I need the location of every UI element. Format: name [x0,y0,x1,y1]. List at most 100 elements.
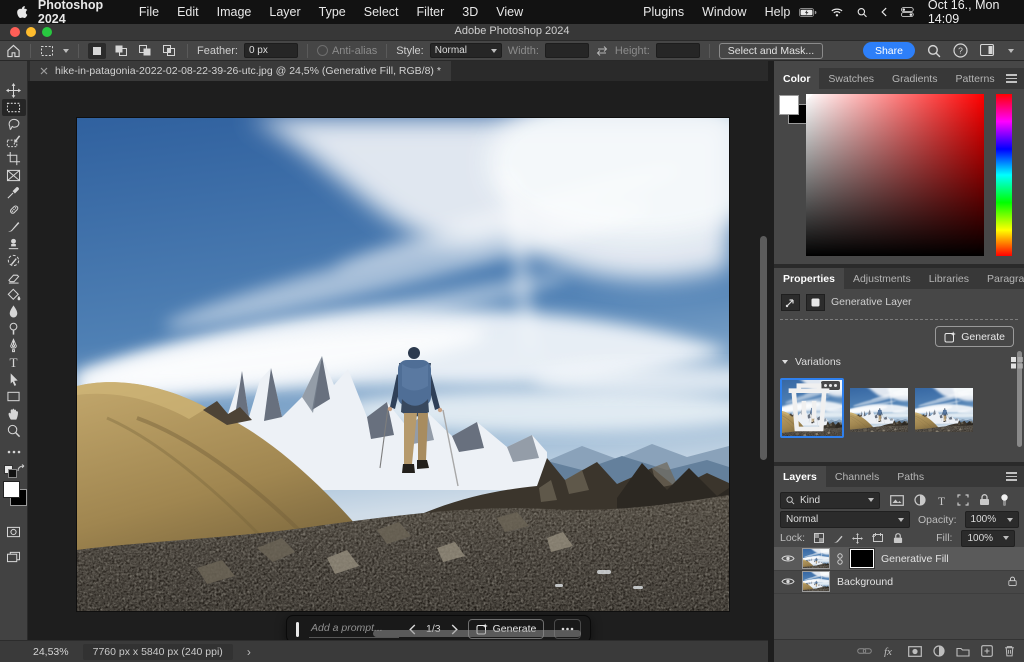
apple-logo-icon[interactable] [16,4,28,20]
width-input[interactable] [545,43,589,58]
lasso-tool[interactable] [2,116,26,133]
variation-thumbnail-3[interactable] [915,388,973,432]
frame-tool[interactable] [2,167,26,184]
menu-app-name[interactable]: Photoshop 2024 [28,0,130,26]
panel-menu-icon[interactable] [1006,72,1024,85]
pen-tool[interactable] [2,337,26,354]
new-group-icon[interactable] [956,646,970,657]
spot-healing-brush-tool[interactable] [2,201,26,218]
variation-thumbnail-2[interactable] [850,388,908,432]
canvas-area[interactable]: Add a prompt... 1/3 Generate [28,81,770,640]
menubar-clock[interactable]: Oct 16., Mon 14:09 [928,0,1012,26]
menu-layer[interactable]: Layer [260,5,309,19]
dodge-tool[interactable] [2,320,26,337]
properties-scrollbar[interactable] [1017,351,1022,447]
intersect-selection-mode-button[interactable] [160,43,178,59]
foreground-color-swatch[interactable] [3,481,20,498]
filter-toggle-icon[interactable] [1000,494,1009,507]
marquee-tool-preset-icon[interactable] [40,44,57,58]
adjustment-layer-icon[interactable] [933,645,945,657]
lock-position-icon[interactable] [852,533,863,544]
path-selection-tool[interactable] [2,371,26,388]
edit-toolbar-button[interactable] [2,443,26,460]
crop-tool[interactable] [2,150,26,167]
feather-input[interactable]: 0 px [244,43,298,58]
menu-window[interactable]: Window [693,5,755,19]
tab-layers[interactable]: Layers [774,466,826,487]
search-icon[interactable] [927,44,941,58]
delete-layer-icon[interactable] [1004,645,1015,657]
hue-strip[interactable] [996,94,1012,256]
eyedropper-tool[interactable] [2,184,26,201]
menu-file[interactable]: File [130,5,168,19]
history-brush-tool[interactable] [2,252,26,269]
lock-all-icon[interactable] [893,533,903,544]
wifi-icon[interactable] [831,7,843,18]
foreground-color-swatch[interactable] [779,95,799,115]
style-dropdown[interactable]: Normal [430,43,502,58]
filter-image-icon[interactable] [890,495,904,506]
home-icon[interactable] [6,44,21,58]
workspace-chevron-icon[interactable] [1008,49,1014,53]
object-selection-tool[interactable] [2,133,26,150]
menu-select[interactable]: Select [355,5,408,19]
rectangle-tool[interactable] [2,388,26,405]
type-tool[interactable]: T [2,354,26,371]
hand-tool[interactable] [2,405,26,422]
add-to-selection-mode-button[interactable] [112,43,130,59]
swap-dimensions-icon[interactable] [595,45,609,57]
tool-preset-chevron-icon[interactable] [63,49,69,53]
eraser-tool[interactable] [2,269,26,286]
control-center-icon[interactable] [901,6,914,18]
height-input[interactable] [656,43,700,58]
mask-link-icon[interactable] [837,553,843,565]
variations-header[interactable]: Variations [774,354,1024,370]
blend-mode-dropdown[interactable]: Normal [780,511,910,528]
filter-kind-dropdown[interactable]: Kind [780,492,880,509]
help-icon[interactable]: ? [953,43,968,58]
tab-gradients[interactable]: Gradients [883,68,947,89]
document-tab[interactable]: hike-in-patagonia-2022-02-08-22-39-26-ut… [30,61,451,81]
layer-name[interactable]: Generative Fill [881,553,949,565]
vertical-scrollbar[interactable] [760,236,767,460]
menu-plugins[interactable]: Plugins [634,5,693,19]
tab-paragraph[interactable]: Paragraph [978,268,1024,289]
brush-tool[interactable] [2,218,26,235]
drag-handle[interactable] [296,622,299,637]
menu-3d[interactable]: 3D [453,5,487,19]
zoom-level[interactable]: 24,53% [33,646,69,658]
lock-transparency-icon[interactable] [814,533,824,543]
menu-filter[interactable]: Filter [408,5,454,19]
subtract-from-selection-mode-button[interactable] [136,43,154,59]
foreground-background-swatches[interactable] [0,479,27,515]
close-tab-icon[interactable] [40,67,48,75]
search-icon[interactable] [857,6,867,19]
filter-adjustment-icon[interactable] [914,494,926,506]
layer-mask-thumbnail[interactable] [850,549,874,568]
antialias-checkbox[interactable]: Anti-alias [317,45,377,57]
blur-tool[interactable] [2,303,26,320]
filter-type-icon[interactable]: T [936,495,947,506]
visibility-eye-icon[interactable] [781,554,795,563]
canvas-image[interactable] [77,118,729,611]
menu-help[interactable]: Help [756,5,800,19]
menu-image[interactable]: Image [208,5,261,19]
menu-type[interactable]: Type [310,5,355,19]
quick-mask-button[interactable] [2,523,26,540]
visibility-eye-icon[interactable] [781,577,795,586]
tab-channels[interactable]: Channels [826,466,888,487]
workspace-icon[interactable] [980,44,996,57]
rectangular-marquee-tool[interactable] [2,99,26,116]
paint-bucket-tool[interactable] [2,286,26,303]
new-layer-icon[interactable] [981,645,993,657]
default-colors-control[interactable] [0,463,27,479]
filter-smart-object-icon[interactable] [979,494,990,506]
move-tool[interactable] [2,82,26,99]
layer-row-background[interactable]: Background [774,570,1024,594]
zoom-tool[interactable] [2,422,26,439]
status-expander-icon[interactable]: › [247,645,251,659]
battery-icon[interactable] [799,7,816,18]
layer-row-generative-fill[interactable]: Generative Fill [774,547,1024,571]
horizontal-scrollbar[interactable] [373,630,581,637]
opacity-dropdown[interactable]: 100% [965,511,1019,528]
